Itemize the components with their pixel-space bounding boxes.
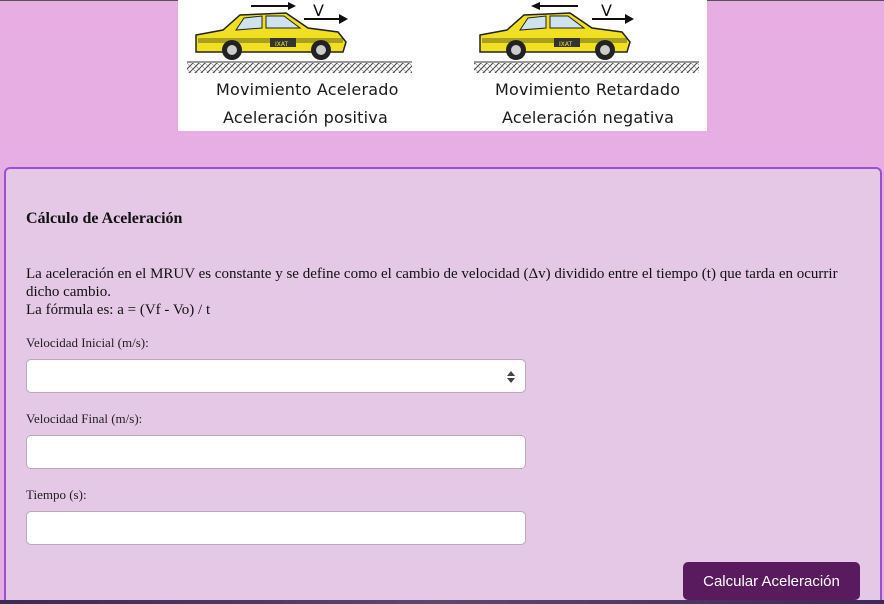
final-velocity-label: Velocidad Final (m/s): (26, 411, 143, 426)
negative-acceleration-caption: Aceleración negativa (502, 108, 675, 127)
description-text: La aceleración en el MRUV es constante y… (26, 266, 838, 300)
initial-velocity-label: Velocidad Inicial (m/s): (26, 335, 149, 350)
bottom-edge (0, 600, 884, 604)
svg-text:V: V (601, 1, 612, 20)
retarded-motion-caption: Movimiento Retardado (495, 80, 681, 99)
formula-text: La fórmula es: a = (Vf - Vo) / t (26, 302, 211, 318)
svg-text:IXAT: IXAT (559, 41, 573, 48)
right-taxi-scene: V IXAT (474, 1, 699, 73)
time-input[interactable] (26, 511, 526, 545)
accelerated-motion-caption: Movimiento Acelerado (216, 80, 399, 99)
card-title: Cálculo de Aceleración (26, 210, 183, 227)
description: La aceleración en el MRUV es constante y… (26, 265, 866, 319)
initial-velocity-input[interactable] (26, 359, 526, 393)
time-label: Tiempo (s): (26, 487, 87, 502)
svg-text:V: V (313, 1, 324, 20)
calculate-acceleration-button[interactable]: Calcular Aceleración (683, 562, 860, 600)
svg-text:IXAT: IXAT (275, 41, 289, 48)
number-spinner-icon[interactable] (506, 369, 516, 385)
motion-illustration: V IXAT V IXAT Movimiento Acelerado Acele… (178, 0, 707, 131)
left-taxi-scene: V IXAT (187, 1, 412, 73)
positive-acceleration-caption: Aceleración positiva (223, 108, 388, 127)
acceleration-calculator-card: Cálculo de Aceleración La aceleración en… (4, 167, 882, 604)
final-velocity-input[interactable] (26, 435, 526, 469)
